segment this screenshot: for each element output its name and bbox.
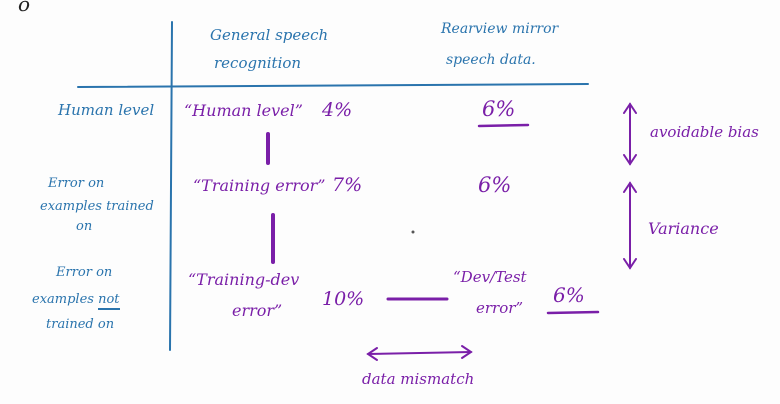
column-header-general-line2: recognition: [214, 54, 302, 72]
row-label-dev-not: not: [98, 292, 120, 310]
data-mismatch-arrow: [366, 345, 473, 361]
column-header-rearview-line2: speech data.: [446, 52, 536, 68]
avoidable-bias-arrow: [623, 102, 637, 166]
annotation-data-mismatch: data mismatch: [362, 370, 475, 388]
column-header-rearview-line1: Rearview mirror: [441, 21, 559, 37]
underline-devtest-value: [546, 310, 600, 315]
cell-training-dev-line1: “Training-dev: [188, 270, 300, 289]
annotation-avoidable-bias: avoidable bias: [650, 123, 759, 141]
stray-dot: [411, 230, 415, 234]
row-label-training-line3: on: [76, 219, 93, 234]
cell-training-dev-line2: error”: [232, 301, 283, 320]
row-label-training-line1: Error on: [48, 176, 105, 191]
cell-human-level-value: 4%: [322, 99, 353, 121]
row-label-dev-line2-prefix: examples: [32, 292, 94, 307]
row-label-dev-line2: examples not: [32, 292, 120, 310]
cell-dev-test-value: 6%: [553, 283, 585, 307]
cell-rear-human-value: 6%: [482, 97, 516, 121]
underline-rear-human: [477, 123, 530, 128]
top-clipped-text: o: [18, 0, 31, 16]
cell-rear-training-value: 6%: [478, 173, 512, 197]
cell-training-error-label: “Training error”: [193, 176, 326, 195]
cell-human-level-label: “Human level”: [184, 101, 303, 120]
cell-training-dev-value: 10%: [322, 288, 365, 310]
horizontal-grid-line: [77, 83, 589, 88]
cell-training-error-value: 7%: [332, 174, 363, 196]
column-header-general-line1: General speech: [210, 26, 329, 44]
vertical-grid-line: [169, 21, 173, 351]
row-label-dev-line3: trained on: [46, 317, 115, 332]
row-label-human-level: Human level: [58, 101, 155, 119]
cell-dev-test-line1: “Dev/Test: [453, 268, 527, 286]
row-label-training-line2: examples trained: [40, 199, 154, 214]
variance-arrow: [623, 181, 637, 270]
whiteboard: o General speech recognition Rearview mi…: [0, 0, 780, 404]
cell-dev-test-line2: error”: [476, 299, 524, 317]
row-label-dev-line1: Error on: [56, 265, 113, 280]
annotation-variance: Variance: [648, 219, 719, 238]
